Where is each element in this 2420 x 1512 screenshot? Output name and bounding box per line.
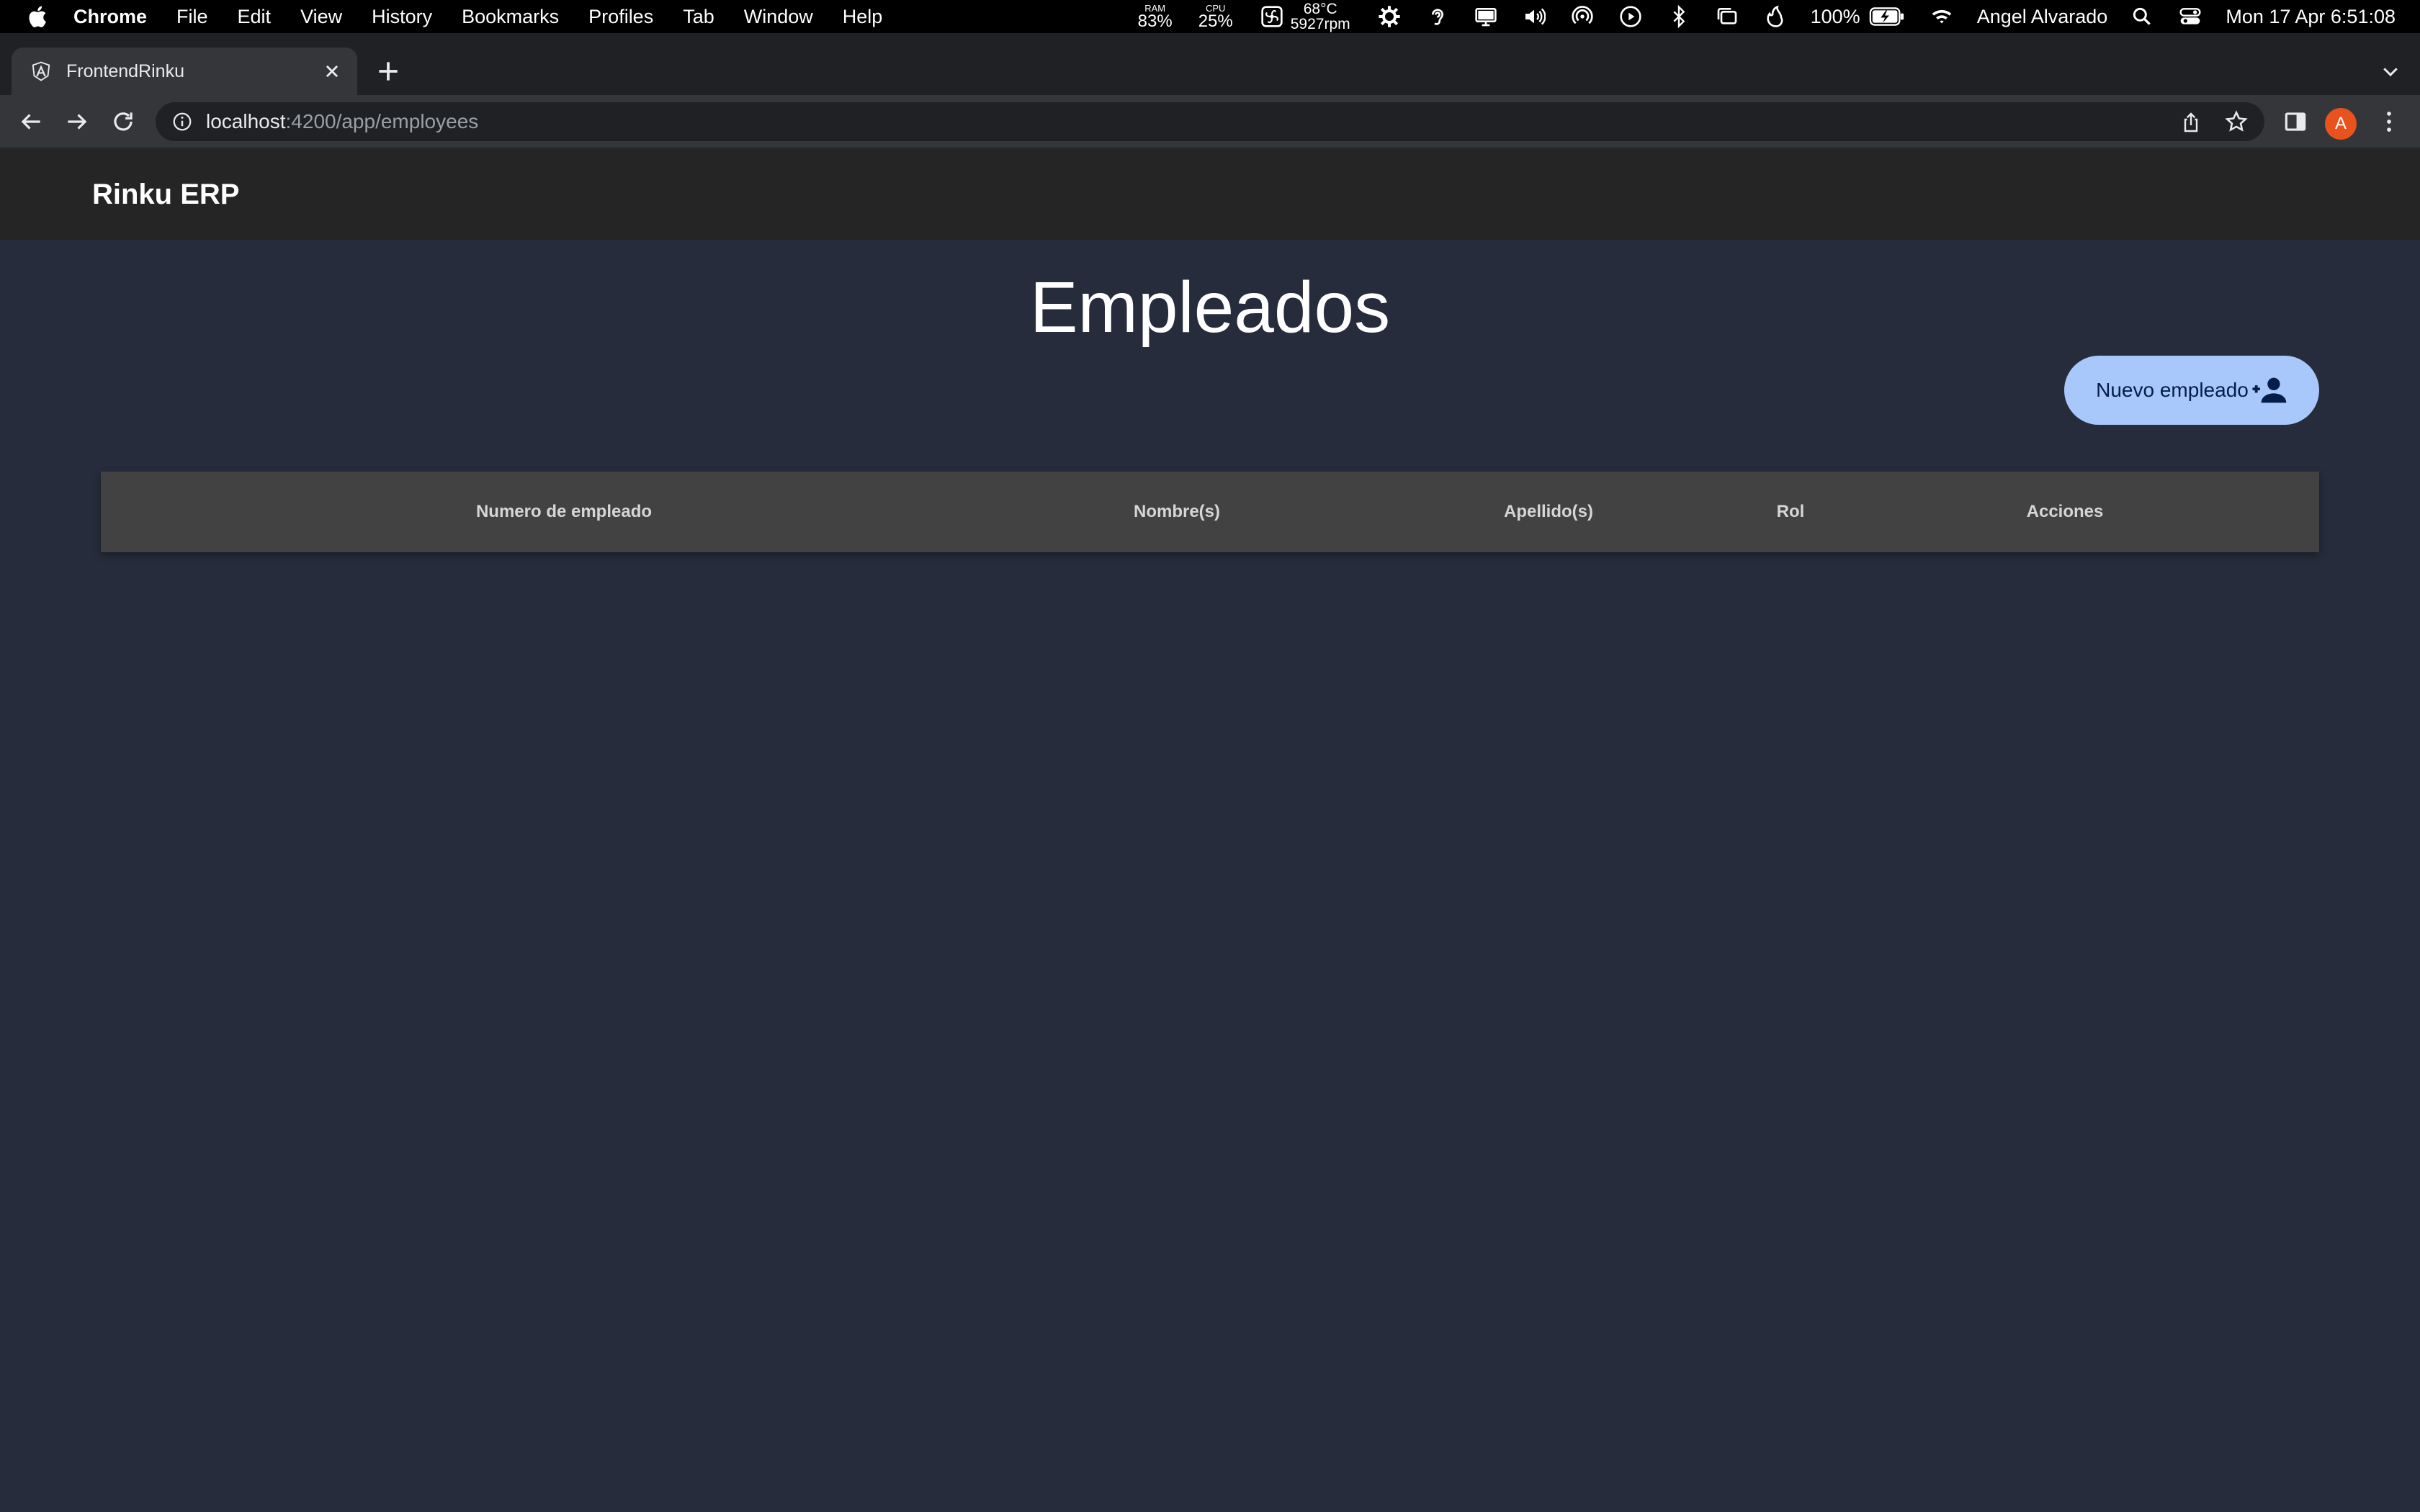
apple-logo-icon[interactable] <box>26 4 48 29</box>
tab-search-chevron-icon[interactable] <box>2380 60 2401 82</box>
timer-icon[interactable] <box>1762 4 1788 30</box>
column-header-first-names[interactable]: Nombre(s) <box>1134 472 1220 552</box>
menu-app-chrome[interactable]: Chrome <box>73 6 147 28</box>
play-icon[interactable] <box>1618 4 1644 30</box>
sensor-stat[interactable]: 68°C 5927rpm <box>1291 1 1350 32</box>
bookmark-star-icon[interactable] <box>2224 109 2249 134</box>
bluetooth-icon[interactable] <box>1666 4 1692 30</box>
ram-value: 83% <box>1137 11 1173 31</box>
menu-bookmarks[interactable]: Bookmarks <box>462 6 559 28</box>
page-title: Empleados <box>1029 267 1391 348</box>
display-icon[interactable] <box>1473 4 1499 30</box>
hearing-icon[interactable] <box>1425 4 1451 30</box>
menu-help[interactable]: Help <box>843 6 883 28</box>
fan-speed-value: 5927rpm <box>1290 16 1350 32</box>
airdrop-icon[interactable] <box>1569 4 1595 30</box>
url-text[interactable]: localhost:4200/app/employees <box>206 110 478 133</box>
browser-toolbar: localhost:4200/app/employees A <box>0 95 2420 148</box>
brightness-gear-icon[interactable] <box>1376 4 1402 30</box>
url-path: :4200/app/employees <box>285 110 479 132</box>
person-add-icon <box>2252 377 2287 403</box>
menu-edit[interactable]: Edit <box>238 6 272 28</box>
column-header-employee-number[interactable]: Numero de empleado <box>476 472 652 552</box>
reload-icon[interactable] <box>109 108 137 135</box>
menu-history[interactable]: History <box>372 6 432 28</box>
back-arrow-icon[interactable] <box>17 108 45 135</box>
temperature-value: 68°C <box>1303 1 1337 17</box>
menu-window[interactable]: Window <box>744 6 813 28</box>
menu-profiles[interactable]: Profiles <box>588 6 653 28</box>
url-host: localhost <box>206 110 286 132</box>
new-employee-button-label: Nuevo empleado <box>2096 379 2249 401</box>
browser-tab-active[interactable]: FrontendRinku <box>12 48 357 95</box>
tab-title: FrontendRinku <box>66 60 184 81</box>
battery-charging-icon[interactable] <box>1868 4 1906 30</box>
macos-menu-bar: Chrome File Edit View History Bookmarks … <box>0 0 2420 33</box>
volume-icon[interactable] <box>1521 4 1547 30</box>
app-brand-title[interactable]: Rinku ERP <box>92 179 239 211</box>
new-tab-plus-icon[interactable] <box>375 58 402 85</box>
ram-stat[interactable]: RAM 83% <box>1138 4 1173 30</box>
profile-avatar-button[interactable]: A <box>2325 108 2357 140</box>
cpu-stat[interactable]: CPU 25% <box>1198 4 1233 30</box>
wifi-icon[interactable] <box>1929 4 1955 30</box>
app-header: Rinku ERP <box>0 149 2420 240</box>
new-employee-button[interactable]: Nuevo empleado <box>2064 356 2319 425</box>
angular-favicon-icon <box>32 61 50 81</box>
user-name[interactable]: Angel Alvarado <box>1977 6 2108 28</box>
column-header-last-names[interactable]: Apellido(s) <box>1504 472 1593 552</box>
menu-tab[interactable]: Tab <box>683 6 714 28</box>
share-icon[interactable] <box>2179 111 2202 134</box>
menu-bar-status-area: RAM 83% CPU 25% 68°C 5927rpm 100% Angel … <box>1138 0 2420 33</box>
menu-file[interactable]: File <box>176 6 208 28</box>
browser-tab-strip: FrontendRinku <box>0 33 2420 95</box>
address-bar[interactable]: localhost:4200/app/employees <box>156 102 2264 141</box>
column-header-actions[interactable]: Acciones <box>2027 472 2104 552</box>
clock[interactable]: Mon 17 Apr 6:51:08 <box>2226 6 2396 28</box>
fan-icon[interactable] <box>1259 4 1285 30</box>
control-center-icon[interactable] <box>2177 4 2203 30</box>
menu-view[interactable]: View <box>300 6 342 28</box>
side-panel-icon[interactable] <box>2282 108 2309 135</box>
site-info-icon[interactable] <box>171 111 193 132</box>
column-header-role[interactable]: Rol <box>1777 472 1805 552</box>
employees-table: Numero de empleado Nombre(s) Apellido(s)… <box>101 472 2319 552</box>
forward-arrow-icon[interactable] <box>63 108 91 135</box>
stage-manager-icon[interactable] <box>1714 4 1740 30</box>
cpu-value: 25% <box>1198 11 1233 31</box>
battery-percentage: 100% <box>1810 5 1860 27</box>
close-tab-icon[interactable] <box>320 59 344 84</box>
spotlight-search-icon[interactable] <box>2129 4 2155 30</box>
chrome-menu-kebab-icon[interactable] <box>2375 108 2403 135</box>
